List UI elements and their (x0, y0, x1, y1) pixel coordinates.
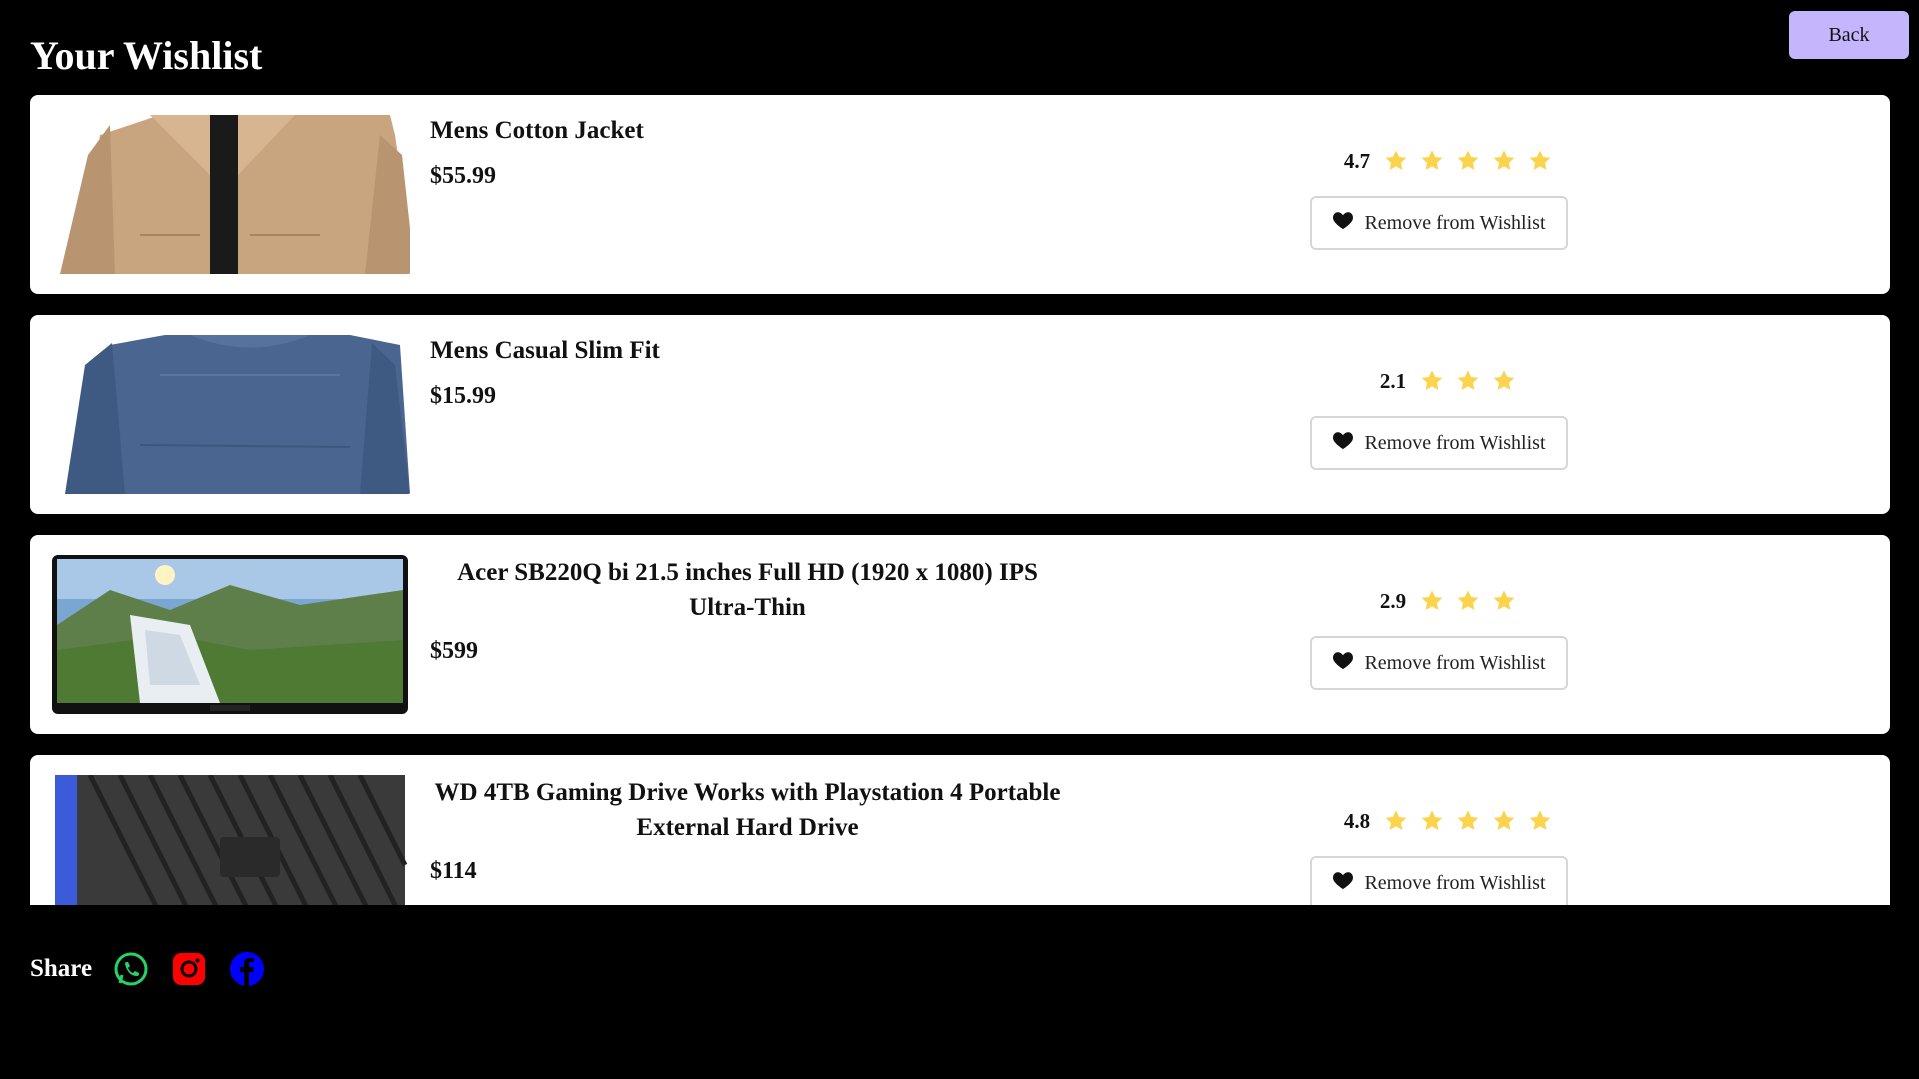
star-icon (1380, 145, 1412, 177)
star-icon (1416, 145, 1448, 177)
star-icon (1452, 585, 1484, 617)
remove-from-wishlist-button[interactable]: Remove from Wishlist (1310, 196, 1568, 250)
rating: 4.7 (1230, 145, 1670, 177)
remove-from-wishlist-button[interactable]: Remove from Wishlist (1310, 416, 1568, 470)
remove-label: Remove from Wishlist (1364, 871, 1546, 894)
wishlist-list[interactable]: Mens Cotton Jacket $55.99 4.7 Remove fro… (30, 95, 1890, 905)
product-price: $599 (430, 638, 478, 664)
product-title: WD 4TB Gaming Drive Works with Playstati… (434, 779, 1061, 841)
wishlist-item: Acer SB220Q bi 21.5 inches Full HD (1920… (30, 535, 1890, 734)
wishlist-item: Mens Casual Slim Fit $15.99 2.1 Remove f… (30, 315, 1890, 514)
product-image (50, 115, 410, 274)
star-icon (1416, 585, 1448, 617)
rating-value: 2.1 (1379, 368, 1407, 393)
rating: 2.9 (1230, 585, 1670, 617)
share-row: Share (30, 950, 266, 988)
star-icon (1452, 805, 1484, 837)
page-title: Your Wishlist (30, 33, 263, 78)
instagram-icon[interactable] (170, 950, 208, 988)
remove-from-wishlist-button[interactable]: Remove from Wishlist (1310, 856, 1568, 905)
heart-icon (1332, 210, 1354, 236)
product-title: Mens Casual Slim Fit (430, 337, 660, 364)
product-price: $114 (430, 858, 477, 884)
wishlist-item: WD 4TB Gaming Drive Works with Playstati… (30, 755, 1890, 905)
share-label: Share (30, 955, 93, 982)
product-price: $15.99 (430, 383, 496, 409)
heart-icon (1332, 650, 1354, 676)
star-icon (1488, 585, 1520, 617)
rating-value: 4.8 (1343, 808, 1371, 833)
facebook-icon[interactable] (228, 950, 266, 988)
star-icon (1452, 145, 1484, 177)
star-icon (1488, 365, 1520, 397)
wishlist-page: Your Wishlist Back Mens Cotton Jacket $5 (0, 0, 1919, 1079)
whatsapp-icon[interactable] (112, 950, 150, 988)
rating: 4.8 (1230, 805, 1670, 837)
heart-icon (1332, 430, 1354, 456)
star-icon (1488, 145, 1520, 177)
star-icon (1524, 805, 1556, 837)
product-price: $55.99 (430, 163, 496, 189)
product-title: Mens Cotton Jacket (430, 117, 644, 144)
star-icon (1380, 805, 1412, 837)
product-image (50, 775, 410, 905)
back-button[interactable]: Back (1789, 11, 1909, 59)
rating-value: 2.9 (1379, 588, 1407, 613)
star-icon (1416, 805, 1448, 837)
rating: 2.1 (1230, 365, 1670, 397)
wishlist-item: Mens Cotton Jacket $55.99 4.7 Remove fro… (30, 95, 1890, 294)
star-icon (1452, 365, 1484, 397)
product-title: Acer SB220Q bi 21.5 inches Full HD (1920… (457, 559, 1038, 621)
product-image (50, 555, 410, 714)
remove-label: Remove from Wishlist (1364, 211, 1546, 234)
star-icon (1524, 145, 1556, 177)
star-icon (1416, 365, 1448, 397)
heart-icon (1332, 870, 1354, 896)
remove-label: Remove from Wishlist (1364, 651, 1546, 674)
remove-from-wishlist-button[interactable]: Remove from Wishlist (1310, 636, 1568, 690)
remove-label: Remove from Wishlist (1364, 431, 1546, 454)
star-icon (1488, 805, 1520, 837)
rating-value: 4.7 (1343, 148, 1371, 173)
product-image (50, 335, 410, 494)
